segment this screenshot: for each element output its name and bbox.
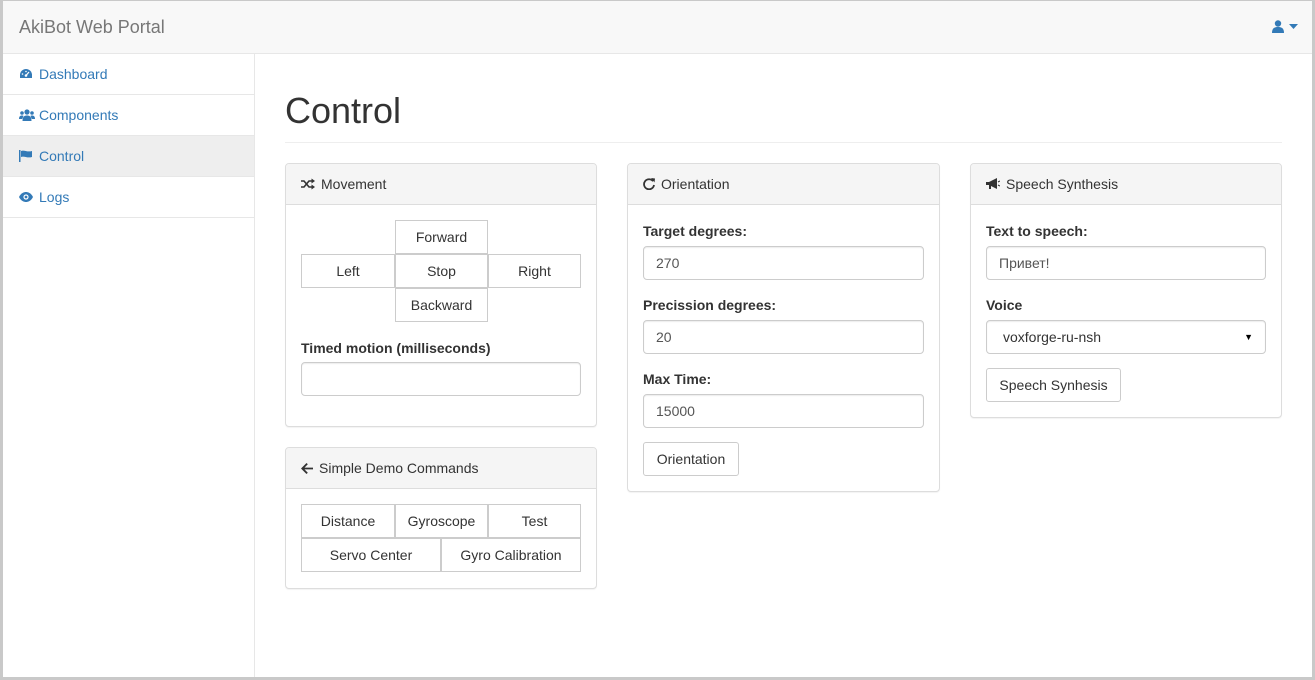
movement-panel-title: Movement [321, 176, 387, 192]
page-header: Control [285, 91, 1282, 143]
gyroscope-button[interactable]: Gyroscope [395, 504, 488, 538]
voice-label: Voice [986, 297, 1023, 313]
text-to-speech-label: Text to speech: [986, 223, 1088, 239]
eye-icon [19, 192, 37, 202]
distance-button[interactable]: Distance [301, 504, 395, 538]
max-time-input[interactable]: 15000 [643, 394, 924, 428]
main-content: Control Movement Forward Left Stop Right… [255, 54, 1312, 677]
sidebar-item-label: Control [39, 148, 85, 164]
sidebar-item-dashboard[interactable]: Dashboard [3, 54, 254, 95]
dashboard-icon [19, 68, 37, 80]
precision-degrees-label: Precission degrees: [643, 297, 777, 313]
target-degrees-label: Target degrees: [643, 223, 747, 239]
demo-commands-panel-heading: Simple Demo Commands [286, 448, 596, 489]
select-caret-icon: ▼ [1244, 332, 1253, 342]
voice-select[interactable]: voxforge-ru-nsh ▼ [986, 320, 1266, 354]
speech-synthesis-panel-title: Speech Synthesis [1006, 176, 1119, 192]
user-menu-dropdown[interactable] [1272, 20, 1298, 33]
users-icon [19, 109, 37, 121]
servo-center-button[interactable]: Servo Center [301, 538, 441, 572]
demo-commands-panel-title: Simple Demo Commands [319, 460, 479, 476]
text-to-speech-input[interactable]: Привет! [986, 246, 1266, 280]
movement-panel: Movement Forward Left Stop Right Backwar… [285, 163, 597, 427]
arrow-left-icon [301, 462, 313, 474]
voice-select-value: voxforge-ru-nsh [1003, 329, 1102, 345]
sidebar-item-control[interactable]: Control [3, 136, 254, 177]
backward-button[interactable]: Backward [395, 288, 488, 322]
top-navbar: AkiBot Web Portal [3, 1, 1312, 54]
refresh-icon [643, 178, 655, 190]
sidebar: Dashboard Components Control Logs [3, 54, 255, 677]
speech-synthesis-panel-heading: Speech Synthesis [971, 164, 1281, 205]
orientation-panel: Orientation Target degrees: 270 Precissi… [627, 163, 940, 492]
test-button[interactable]: Test [488, 504, 581, 538]
caret-down-icon [1289, 24, 1298, 29]
sidebar-item-label: Components [39, 107, 119, 123]
brand-title[interactable]: AkiBot Web Portal [19, 17, 165, 38]
orientation-panel-title: Orientation [661, 176, 730, 192]
right-button[interactable]: Right [488, 254, 581, 288]
orientation-panel-heading: Orientation [628, 164, 939, 205]
speech-synthesis-panel: Speech Synthesis Text to speech: Привет!… [970, 163, 1282, 418]
target-degrees-input[interactable]: 270 [643, 246, 924, 280]
bullhorn-icon [986, 178, 1000, 190]
sidebar-item-label: Dashboard [39, 66, 108, 82]
left-button[interactable]: Left [301, 254, 395, 288]
user-icon [1272, 20, 1284, 33]
shuffle-icon [301, 178, 315, 190]
timed-motion-input[interactable] [301, 362, 581, 396]
orientation-button[interactable]: Orientation [643, 442, 739, 476]
stop-button[interactable]: Stop [395, 254, 488, 288]
forward-button[interactable]: Forward [395, 220, 488, 254]
timed-motion-label: Timed motion (milliseconds) [301, 340, 491, 356]
demo-commands-panel: Simple Demo Commands Distance Gyroscope … [285, 447, 597, 589]
speech-synthesis-button[interactable]: Speech Synhesis [986, 368, 1121, 402]
sidebar-item-logs[interactable]: Logs [3, 177, 254, 218]
movement-panel-heading: Movement [286, 164, 596, 205]
sidebar-item-label: Logs [39, 189, 70, 205]
sidebar-item-components[interactable]: Components [3, 95, 254, 136]
flag-icon [19, 150, 37, 162]
page-title: Control [285, 90, 402, 131]
max-time-label: Max Time: [643, 371, 712, 387]
gyro-calibration-button[interactable]: Gyro Calibration [441, 538, 581, 572]
precision-degrees-input[interactable]: 20 [643, 320, 924, 354]
